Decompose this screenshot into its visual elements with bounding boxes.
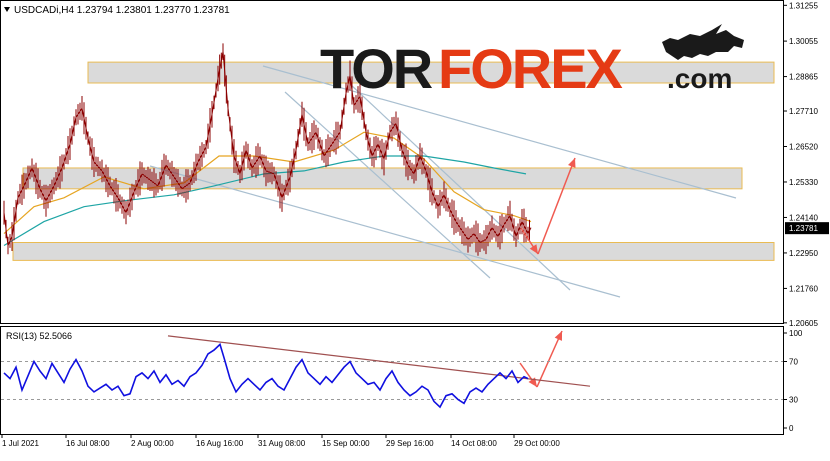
price-tick-label: 1.30055 (789, 37, 818, 46)
x-tick-label: 31 Aug 08:00 (258, 439, 306, 448)
price-tick-label: 1.25330 (789, 178, 818, 187)
price-y-axis: 1.31255 1.30055 1.28865 1.27710 1.26520 1.253… (783, 1, 829, 328)
price-tick-label: 1.22950 (789, 249, 818, 258)
price-tick-label: 1.31255 (789, 1, 818, 10)
logo-text-dark: TOR (320, 37, 433, 100)
rsi-tick-label: 100 (789, 329, 803, 338)
price-tick-label: 1.21760 (789, 284, 818, 293)
current-price-label: 1.23781 (789, 224, 818, 233)
x-tick-label: 16 Aug 16:00 (196, 439, 244, 448)
x-tick-label: 1 Jul 2021 (2, 439, 39, 448)
rsi-panel-frame (0, 326, 784, 435)
logo-text-suffix: .com (667, 63, 732, 94)
logo-text-accent: FOREX (438, 37, 623, 100)
zone-1 (22, 167, 743, 190)
price-tick-label: 1.26520 (789, 142, 818, 151)
x-axis: 1 Jul 2021 16 Jul 08:00 2 Aug 00:00 16 Aug … (1, 434, 560, 448)
zone-2 (12, 242, 775, 261)
rsi-tick-label: 0 (789, 424, 794, 433)
price-tick-label: 1.24140 (789, 213, 818, 222)
x-tick-label: 14 Oct 08:00 (451, 439, 497, 448)
chart-canvas: 1.31255 1.30055 1.28865 1.27710 1.26520 1.253… (0, 0, 829, 448)
x-tick-label: 16 Jul 08:00 (66, 439, 110, 448)
price-tick-label: 1.20605 (789, 319, 818, 328)
x-tick-label: 29 Sep 16:00 (386, 439, 434, 448)
symbol-header: USDCADi,H4 1.23794 1.23801 1.23770 1.237… (14, 5, 230, 16)
x-tick-label: 29 Oct 00:00 (514, 439, 560, 448)
rsi-tick-label: 30 (789, 396, 798, 405)
price-tick-label: 1.27710 (789, 107, 818, 116)
x-tick-label: 15 Sep 00:00 (322, 439, 370, 448)
rsi-header: RSI(13) 52.5066 (6, 331, 72, 341)
price-tick-label: 1.28865 (789, 73, 818, 82)
rsi-tick-label: 70 (789, 358, 798, 367)
x-tick-label: 2 Aug 00:00 (131, 439, 174, 448)
chart-root: 1.31255 1.30055 1.28865 1.27710 1.26520 1.253… (0, 0, 830, 456)
